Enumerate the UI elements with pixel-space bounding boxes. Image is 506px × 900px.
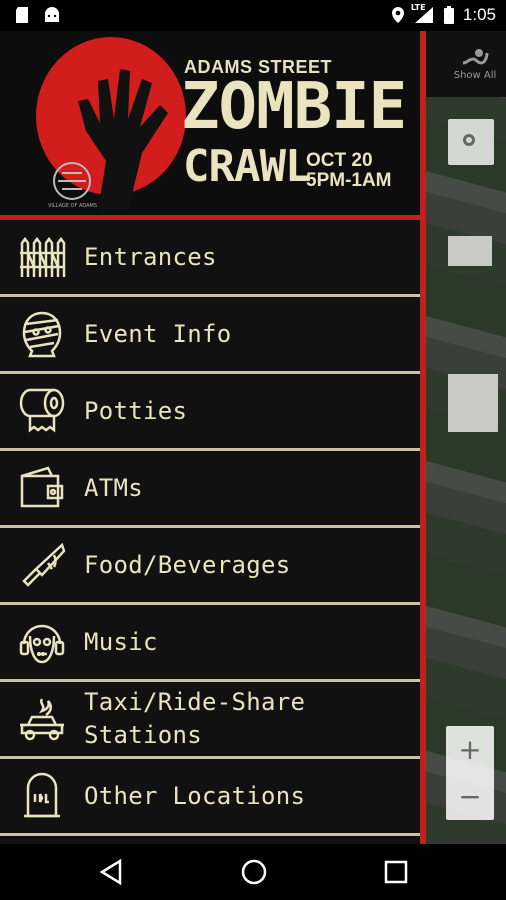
show-all-label: Show All (453, 70, 497, 81)
battery-icon (443, 6, 454, 24)
zoom-out-button[interactable]: − (446, 773, 494, 820)
recents-icon[interactable] (380, 856, 412, 888)
clock: 1:05 (462, 5, 496, 24)
banner-date: OCT 20 (306, 150, 373, 171)
menu-item-atms[interactable]: ATMs (0, 451, 420, 528)
menu-item-label: ATMs (84, 473, 143, 502)
menu-item-event-info[interactable]: Event Info (0, 297, 420, 374)
network-type: LTE (410, 3, 426, 12)
menu-item-label: Event Info (84, 319, 232, 348)
menu-item-entrances[interactable]: Entrances (0, 220, 420, 297)
burning-car-icon (20, 698, 64, 741)
map-building (448, 236, 492, 266)
home-icon[interactable] (238, 856, 270, 888)
mummy-icon (22, 311, 62, 358)
menu-item-taxi-rideshare[interactable]: Taxi/Ride-Share Stations (0, 682, 420, 759)
menu-item-potties[interactable]: Potties (0, 374, 420, 451)
drawer-menu: Entrances Event Info Potties ATMs Food/B… (0, 220, 420, 836)
logo-text: VILLAGE OF ADAMS (48, 203, 98, 209)
tombstone-icon (24, 772, 60, 818)
signal-icon: LTE (410, 3, 435, 24)
menu-item-label: Food/Beverages (84, 550, 291, 579)
menu-item-label: Entrances (84, 242, 217, 271)
wallet-icon (20, 466, 64, 508)
navigation-drawer: VILLAGE OF ADAMS ADAMS STREET ZOMBIE CRA… (0, 31, 420, 844)
menu-item-label: Potties (84, 396, 188, 425)
back-icon[interactable] (96, 856, 128, 888)
banner-title-2: CRAWL (183, 141, 311, 192)
knife-icon (22, 542, 66, 587)
banner-time: 5PM-1AM (306, 170, 392, 191)
android-icon (45, 7, 59, 22)
village-logo: VILLAGE OF ADAMS (48, 159, 97, 209)
menu-item-label: Other Locations (84, 781, 306, 810)
menu-item-food-beverages[interactable]: Food/Beverages (0, 528, 420, 605)
toilet-paper-icon (19, 388, 65, 433)
location-icon (391, 7, 404, 23)
navigation-bar (0, 844, 506, 900)
show-all-button[interactable]: Show All (452, 47, 498, 81)
show-all-icon (462, 49, 489, 65)
fence-icon (20, 236, 66, 277)
zombie-headphones-icon (19, 624, 65, 664)
menu-item-other-locations[interactable]: Other Locations (0, 759, 420, 836)
status-bar: LTE 1:05 (0, 0, 506, 31)
zoom-controls: + − (446, 726, 494, 820)
event-banner: VILLAGE OF ADAMS ADAMS STREET ZOMBIE CRA… (0, 31, 420, 215)
menu-item-music[interactable]: Music (0, 605, 420, 682)
menu-item-label: Music (84, 627, 158, 656)
banner-title-1: ZOMBIE (181, 70, 407, 144)
my-location-button[interactable] (448, 119, 494, 165)
crosshair-icon (463, 134, 475, 146)
menu-item-label: Taxi/Ride-Share Stations (84, 688, 306, 749)
map-building (448, 374, 498, 432)
zoom-in-button[interactable]: + (446, 726, 494, 773)
banner-date-time: OCT 20 5PM-1AM (306, 151, 392, 191)
sd-card-icon (16, 7, 28, 23)
map-toolbar: Show All (426, 31, 506, 97)
drawer-edge (420, 31, 426, 844)
map-view[interactable]: Show All + − (426, 31, 506, 844)
